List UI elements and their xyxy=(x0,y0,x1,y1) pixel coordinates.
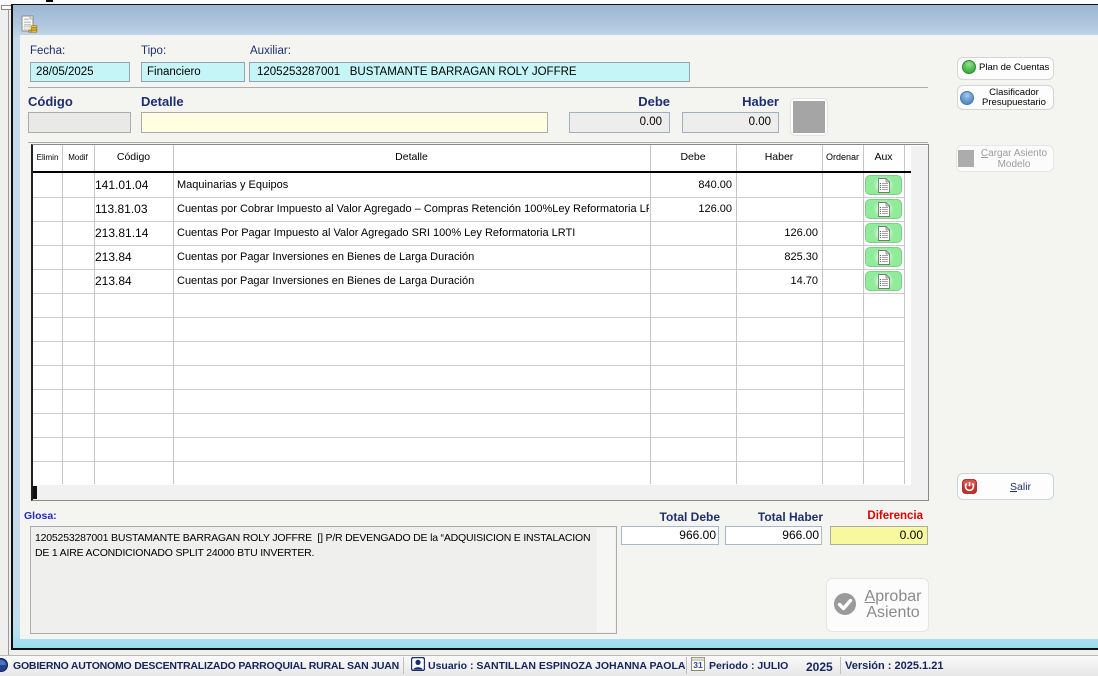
svg-text:31: 31 xyxy=(693,660,703,670)
